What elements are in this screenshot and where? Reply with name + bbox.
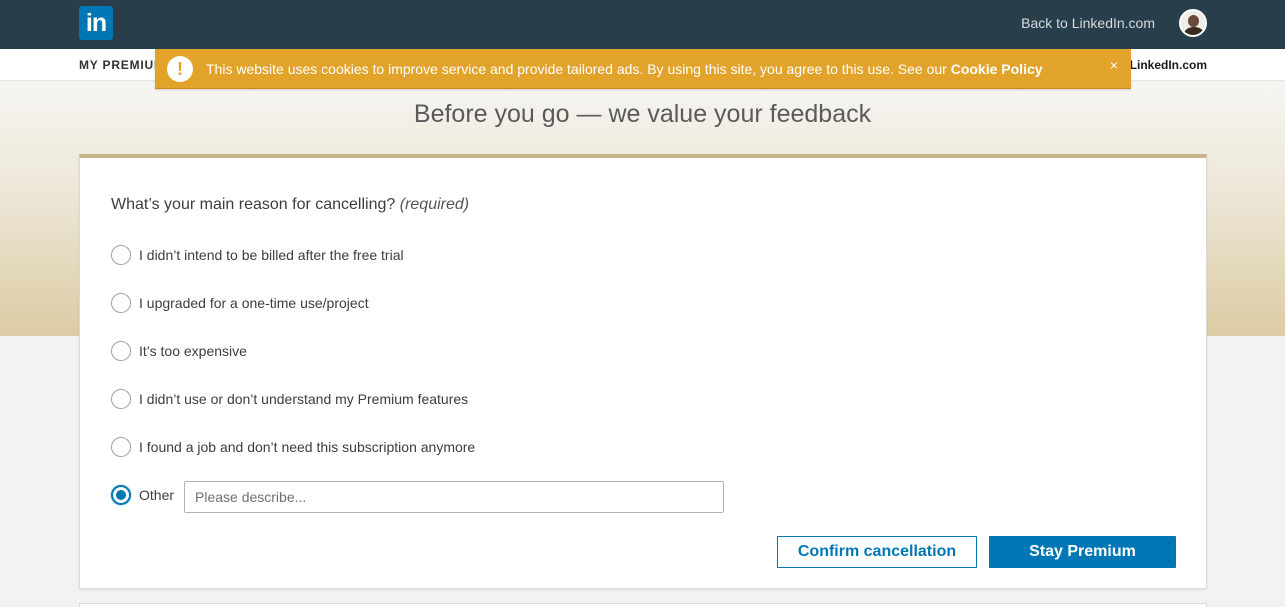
radio-button[interactable] [111, 437, 131, 457]
linkedin-link[interactable]: LinkedIn.com [1130, 58, 1207, 72]
cookie-policy-link[interactable]: Cookie Policy [951, 61, 1043, 77]
option-label: I didn’t use or don’t understand my Prem… [139, 391, 469, 407]
reason-option-one-time-use[interactable]: I upgraded for a one-time use/project [111, 292, 369, 314]
warning-icon: ! [167, 56, 193, 82]
confirm-cancellation-button[interactable]: Confirm cancellation [777, 536, 977, 568]
page-title: Before you go — we value your feedback [413, 100, 872, 128]
question-label: What’s your main reason for cancelling? … [111, 196, 469, 214]
stay-premium-button[interactable]: Stay Premium [989, 536, 1176, 568]
other-reason-input[interactable] [184, 481, 724, 513]
feedback-card: What’s your main reason for cancelling? … [79, 154, 1207, 589]
close-icon[interactable]: × [1110, 57, 1118, 73]
radio-button[interactable] [111, 389, 131, 409]
my-premium-title[interactable]: MY PREMIUM [79, 58, 165, 72]
radio-button[interactable] [111, 293, 131, 313]
reason-option-free-trial[interactable]: I didn’t intend to be billed after the f… [111, 244, 404, 266]
option-label: I found a job and don’t need this subscr… [139, 439, 476, 455]
reason-option-found-job[interactable]: I found a job and don’t need this subscr… [111, 436, 475, 458]
reason-option-other[interactable]: Other [111, 484, 174, 506]
linkedin-logo[interactable]: in [79, 6, 113, 40]
reason-option-too-expensive[interactable]: It’s too expensive [111, 340, 247, 362]
option-label: I didn’t intend to be billed after the f… [139, 247, 404, 263]
secondary-card [79, 603, 1207, 607]
top-navigation-bar: in Back to LinkedIn.com [0, 0, 1285, 49]
radio-button-selected[interactable] [111, 485, 131, 505]
back-to-linkedin-link[interactable]: Back to LinkedIn.com [1021, 15, 1155, 31]
cookie-message: This website uses cookies to improve ser… [206, 61, 1043, 77]
radio-button[interactable] [111, 245, 131, 265]
option-label: It’s too expensive [139, 343, 247, 359]
cookie-message-text: This website uses cookies to improve ser… [206, 61, 951, 77]
required-note: (required) [399, 196, 470, 213]
profile-avatar[interactable] [1179, 9, 1207, 37]
cookie-banner: ! This website uses cookies to improve s… [155, 49, 1131, 89]
radio-button[interactable] [111, 341, 131, 361]
option-label: I upgraded for a one-time use/project [139, 295, 369, 311]
question-text: What’s your main reason for cancelling? [111, 196, 396, 213]
option-label: Other [139, 487, 175, 503]
reason-option-didnt-use-features[interactable]: I didn’t use or don’t understand my Prem… [111, 388, 468, 410]
